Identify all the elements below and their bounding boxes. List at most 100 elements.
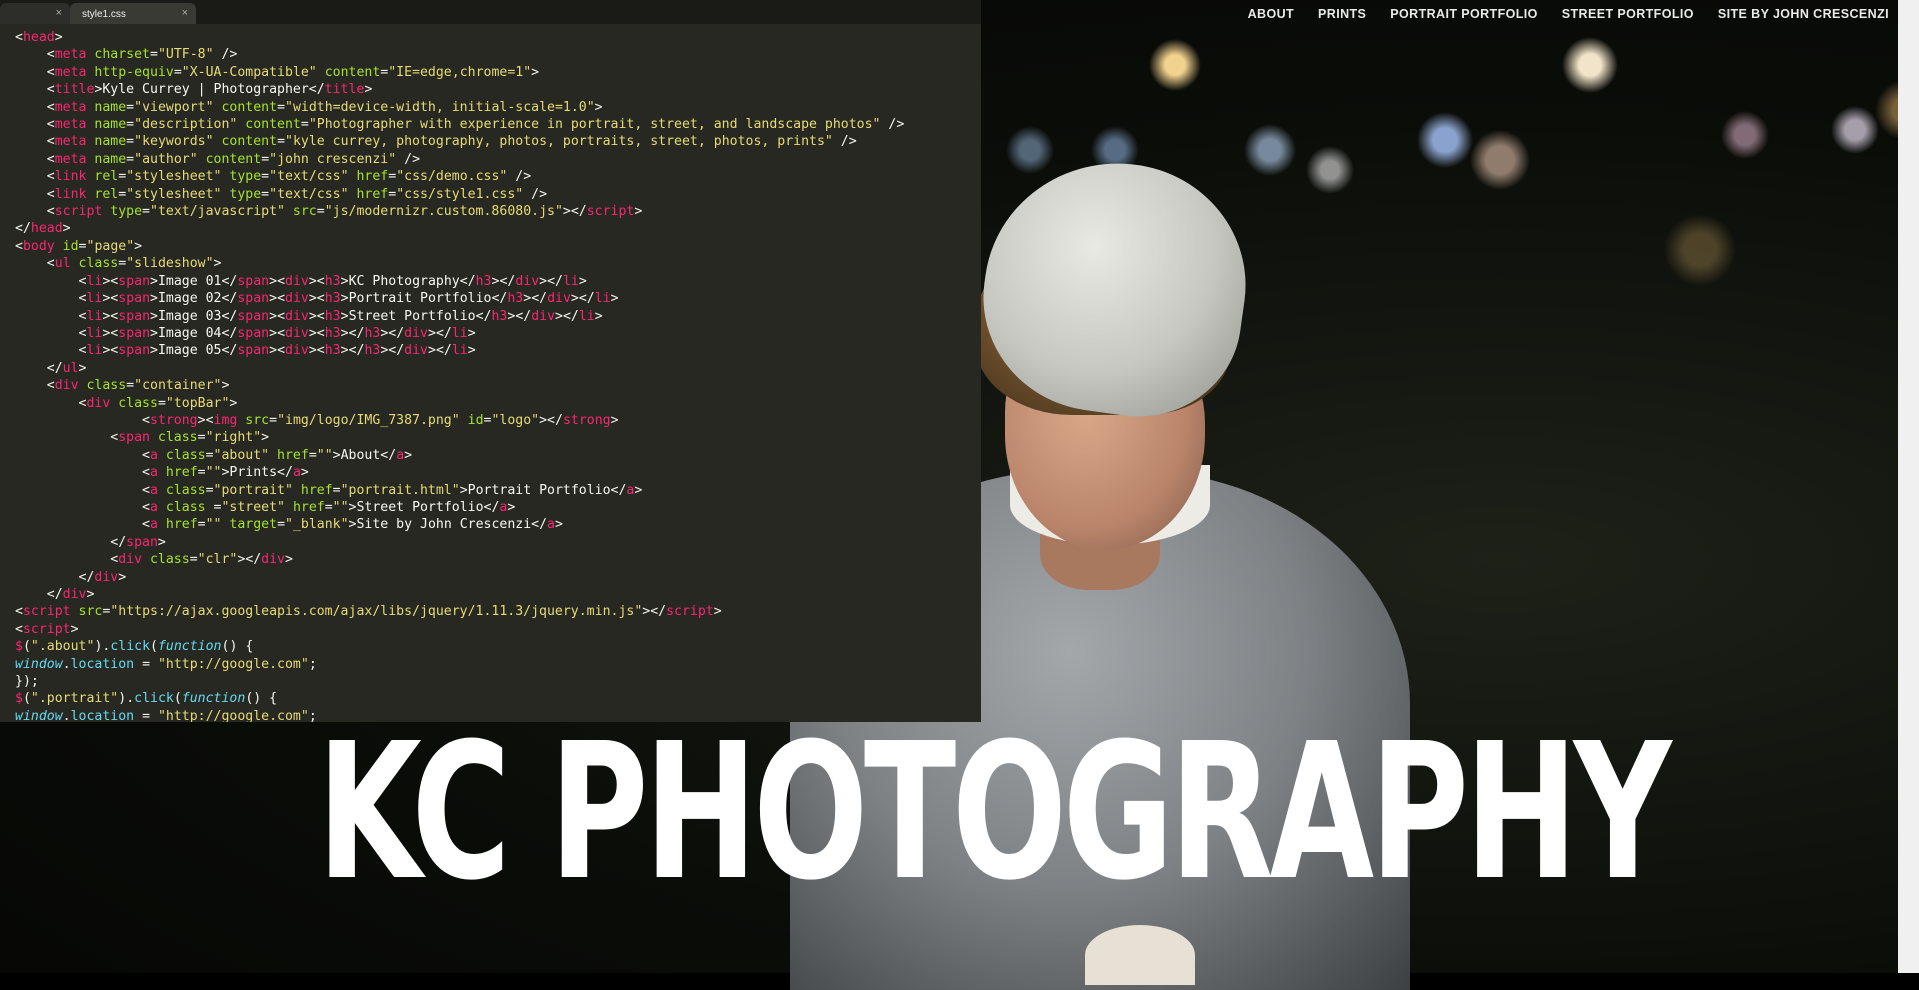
code-token: < [15,47,55,63]
code-token: > [555,517,563,533]
code-token: }); [15,674,39,690]
code-token: "width=device-width, initial-scale=1.0" [285,99,595,115]
code-token: > [78,360,87,376]
code-token: ></ [523,291,548,307]
code-token: "street" [221,499,285,515]
code-token: meta [54,64,87,80]
code-token: = [308,447,317,463]
code-token: class [157,499,214,515]
code-line: <meta charset="UTF-8" /> [15,46,981,63]
code-token: ></ [380,343,405,359]
code-token: >< [308,325,325,341]
code-token: < [15,325,87,341]
code-token: > [134,238,143,254]
nav-street-portfolio-link[interactable]: STREET PORTFOLIO [1562,7,1694,21]
code-token: a [292,465,301,481]
code-token: function [181,691,246,707]
code-token: window [15,708,63,722]
code-token: li [86,343,103,359]
code-token: () { [245,691,278,707]
code-token: < [15,169,55,185]
code-token: meta [54,134,87,150]
editor-tab-active[interactable]: style1.css × [70,3,196,24]
code-token: = [277,517,286,533]
code-token: ></ [562,204,587,220]
code-token: </ [15,569,95,585]
code-token: $ [15,639,23,655]
code-token: > [285,552,293,568]
code-token: "keywords" [134,134,214,150]
code-token: href [157,517,198,533]
code-token: "text/javascript" [150,204,285,220]
code-token: = [150,47,158,63]
code-token: > [404,447,413,463]
code-token: "https://ajax.googleapis.com/ajax/libs/j… [110,604,643,620]
code-token: ). [94,639,111,655]
code-token: < [15,343,87,359]
code-token: rel [86,186,119,202]
nav-portrait-portfolio-link[interactable]: PORTRAIT PORTFOLIO [1390,7,1537,21]
code-token: meta [54,47,87,63]
code-token: < [15,186,55,202]
code-token: script [586,204,635,220]
code-token: span [126,534,158,550]
code-token: class [157,447,206,463]
code-token: /> [832,134,857,150]
nav-about-link[interactable]: ABOUT [1248,7,1294,21]
code-token: strong [562,412,611,428]
code-token: ></ [507,308,532,324]
code-line: <li><span>Image 02</span><div><h3>Portra… [15,290,981,307]
code-token: . [62,708,71,722]
nav-prints-link[interactable]: PRINTS [1318,7,1366,21]
code-text-area[interactable]: <head> <meta charset="UTF-8" /> <meta ht… [0,24,981,722]
code-token: "clr" [197,552,238,568]
code-token: >Site by John Crescenzi</ [348,517,548,533]
code-token: "Photographer with experience in portrai… [308,117,881,133]
code-line: <meta name="author" content="john cresce… [15,151,981,168]
code-token: href [157,465,198,481]
code-line: <li><span>Image 01</span><div><h3>KC Pho… [15,273,981,290]
code-token: = [118,256,127,272]
code-token: > [261,430,270,446]
code-token: ></ [340,343,365,359]
code-line: </ul> [15,360,981,377]
code-line: $(".about").click(function() { [15,638,981,655]
code-token: title [324,82,365,98]
code-token: >< [269,291,286,307]
code-token: class [78,378,127,394]
code-token: = [269,412,278,428]
code-token: body [22,238,55,254]
code-token: = [205,482,214,498]
code-token: head [22,30,55,45]
page-scrollbar[interactable] [1898,0,1919,973]
code-token: = [134,656,158,672]
code-line: }); [15,673,981,690]
code-token: div [285,343,309,359]
code-token: name [86,99,127,115]
code-token: < [15,273,87,289]
code-token: "css/style1.css" [396,186,524,202]
code-token: span [237,291,270,307]
code-token: h3 [475,273,492,289]
code-token: > [507,499,516,515]
code-token: h3 [364,325,381,341]
code-token: li [86,273,103,289]
close-icon[interactable]: × [56,7,62,19]
code-token: >Portrait Portfolio</ [459,482,627,498]
nav-site-by-link[interactable]: SITE BY JOHN CRESCENZI [1718,7,1889,21]
code-token: h3 [324,291,341,307]
close-icon[interactable]: × [182,7,188,19]
hero-headline: KC PHOTOGRAPHY [317,703,1672,922]
code-token: = [261,151,270,167]
code-token: /> [880,117,905,133]
code-token: content [213,99,278,115]
code-line: <script src="https://ajax.googleapis.com… [15,603,981,620]
code-token: = [197,465,206,481]
code-line: <link rel="stylesheet" type="text/css" h… [15,168,981,185]
code-token: src [70,604,103,620]
code-editor-window[interactable]: × style1.css × < head > <meta charset="UTF… [0,0,981,722]
editor-tab[interactable]: × [0,3,70,24]
code-token: span [118,325,151,341]
code-token: ".portrait" [30,691,119,707]
code-token: = [205,447,214,463]
